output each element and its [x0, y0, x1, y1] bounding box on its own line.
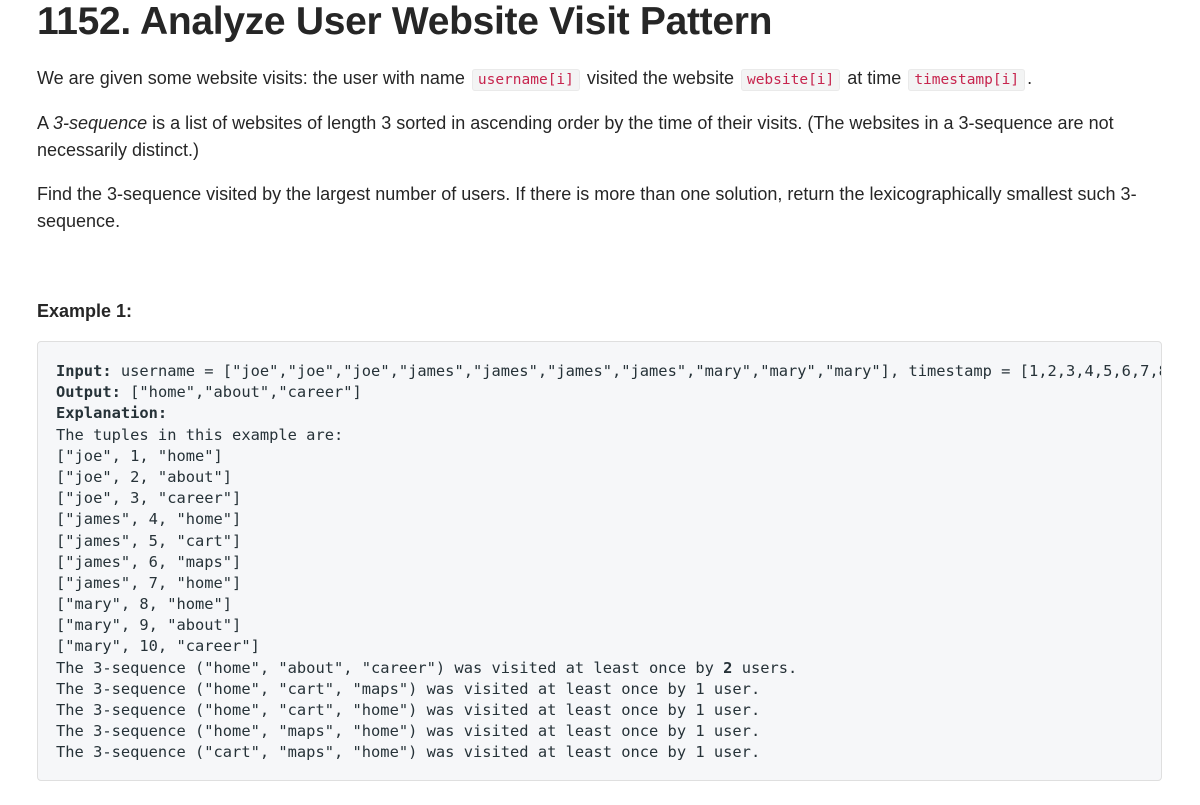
tuple-line: ["mary", 10, "career"]: [56, 637, 260, 656]
text-segment: at time: [842, 68, 907, 88]
output-line: Output: ["home","about","career"]: [56, 382, 1161, 403]
tuple-line: ["joe", 3, "career"]: [56, 489, 242, 508]
description-paragraph-visits: We are given some website visits: the us…: [37, 65, 1162, 94]
tuple-line: ["james", 4, "home"]: [56, 510, 242, 529]
tuple-line: ["james", 5, "cart"]: [56, 531, 242, 550]
inline-code-website: website[i]: [740, 69, 841, 91]
text-segment: We are given some website visits: the us…: [37, 68, 470, 88]
tuple-line: ["joe", 1, "home"]: [56, 446, 223, 465]
text-segment: is a list of websites of length 3 sorted…: [37, 113, 1114, 160]
output-value: ["home","about","career"]: [120, 383, 362, 402]
tuple-line: ["joe", 2, "about"]: [56, 467, 233, 486]
inline-code-timestamp: timestamp[i]: [908, 69, 1026, 91]
input-line: Input: username = ["joe","joe","joe","ja…: [56, 361, 1162, 382]
example-code-block: Input: username = ["joe","joe","joe","ja…: [37, 341, 1162, 781]
explanation-label: Explanation:: [56, 404, 168, 423]
text-segment: .: [1027, 68, 1033, 88]
sequence-line: The 3-sequence ("home", "cart", "maps") …: [56, 679, 761, 698]
tuple-line: ["mary", 8, "home"]: [56, 595, 233, 614]
sequence-line: The 3-sequence ("cart", "maps", "home") …: [56, 743, 761, 762]
description-paragraph-task: Find the 3-sequence visited by the large…: [37, 184, 1137, 231]
tuple-line: ["mary", 9, "about"]: [56, 616, 242, 635]
term-3-sequence: 3-sequence: [53, 113, 148, 133]
sequence-text: users.: [732, 658, 798, 677]
sequence-line: The 3-sequence ("home", "about", "career…: [56, 658, 1161, 679]
description-paragraph-3-sequence: A 3-sequence is a list of websites of le…: [37, 110, 1162, 164]
sequence-line: The 3-sequence ("home", "cart", "home") …: [56, 701, 761, 719]
tuple-line: ["james", 6, "maps"]: [56, 552, 242, 571]
output-label: Output:: [56, 383, 121, 402]
sequence-line: The 3-sequence ("home", "maps", "home") …: [56, 722, 761, 741]
inline-code-username: username[i]: [471, 69, 580, 91]
input-value: username = ["joe","joe","joe","james","j…: [111, 362, 1162, 380]
text-segment: A: [37, 113, 54, 133]
input-label: Input:: [56, 362, 112, 380]
sequence-text: The 3-sequence ("home", "about", "career…: [56, 658, 724, 677]
text-segment: visited the website: [581, 68, 739, 88]
example-pre: Input: username = ["joe","joe","joe","ja…: [56, 361, 1162, 764]
explanation-line: Explanation:: [56, 403, 1161, 424]
page-title: 1152. Analyze User Website Visit Pattern: [37, 0, 773, 43]
tuple-line: ["james", 7, "home"]: [56, 573, 242, 592]
tuples-intro-line: The tuples in this example are:: [56, 425, 344, 444]
example-heading: Example 1:: [37, 301, 133, 321]
